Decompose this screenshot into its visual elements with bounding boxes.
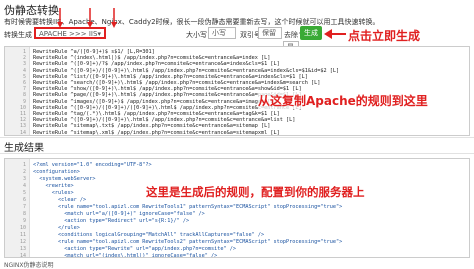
line-number: 5 bbox=[22, 73, 26, 80]
annotation-generated-rules: 这里是生成后的规则，配置到你的服务器上 bbox=[146, 184, 365, 200]
code-line: </rule> bbox=[33, 225, 80, 231]
line-number: 14 bbox=[19, 253, 26, 258]
code-line: RewriteRule ^sitemap\.xml$ /app/index.ph… bbox=[33, 129, 280, 136]
line-number: 6 bbox=[22, 80, 26, 86]
line-number: 5 bbox=[22, 190, 26, 196]
line-number-gutter: 1 2 3 4 5 6 7 8 9 10 11 12 13 14 bbox=[5, 47, 30, 135]
output-section-title: 生成结果 bbox=[4, 143, 44, 154]
generate-button[interactable]: 生成 bbox=[300, 26, 322, 40]
line-number: 2 bbox=[22, 169, 26, 175]
conversion-type-value: APACHE >>> IIS bbox=[39, 30, 98, 38]
arrows-icon bbox=[57, 8, 117, 28]
quote-select[interactable]: 保留 bbox=[258, 27, 282, 39]
line-number: 11 bbox=[19, 232, 26, 238]
case-label: 大小写 bbox=[186, 31, 207, 39]
code-line: <rule name="tool.apizl.com RewriteTools2… bbox=[33, 239, 343, 245]
code-line: RewriteRule ^tag/(.*)\.html$ /app/index.… bbox=[33, 111, 280, 117]
line-number: 10 bbox=[19, 225, 26, 231]
code-line: <conditions logicalGrouping="MatchAll" t… bbox=[33, 232, 265, 238]
code-line: RewriteRule ^search/([0-9]+)\.html$ /app… bbox=[33, 80, 321, 86]
code-line: RewriteRule ^list/([0-9]+)\.html$ /app/i… bbox=[33, 73, 308, 80]
code-line: RewriteRule ^([0-9]+)/?$ /app/index.php?… bbox=[33, 61, 280, 68]
code-line: RewriteRule ^([0-9]+)/([0-9]+)\.html$ /a… bbox=[33, 117, 296, 124]
code-line: <match url="(index\.html|)" ignoreCase="… bbox=[33, 253, 218, 258]
code-line: <rewrite> bbox=[33, 183, 74, 189]
line-number: 4 bbox=[22, 67, 26, 74]
line-number: 13 bbox=[19, 246, 26, 252]
code-line: RewriteRule ^([0-9]+)/([0-9]+)\.html$ /a… bbox=[33, 67, 340, 74]
line-number: 1 bbox=[22, 49, 26, 55]
line-number: 1 bbox=[22, 162, 26, 168]
code-line: RewriteRule ^sitemap\.txt$ /app/index.ph… bbox=[33, 123, 271, 130]
code-line: RewriteRule ^images/([0-9]+)$ /app/index… bbox=[33, 98, 277, 105]
line-number: 11 bbox=[19, 111, 26, 117]
line-number: 6 bbox=[22, 197, 26, 203]
line-number: 4 bbox=[22, 183, 26, 189]
line-number: 12 bbox=[19, 239, 26, 245]
annotation-click-generate: 点击立即生成 bbox=[348, 29, 421, 43]
code-line: <match url="a/([0-9]+)" ignoreCase="fals… bbox=[33, 211, 205, 217]
code-line: <action type="Redirect" url="s{R:1}/" /> bbox=[33, 218, 190, 224]
line-number: 13 bbox=[19, 123, 26, 130]
line-number: 3 bbox=[22, 176, 26, 182]
divider bbox=[0, 153, 474, 154]
code-line: <?xml version="1.0" encoding="UTF-8"?> bbox=[33, 162, 152, 168]
left-arrow-icon bbox=[324, 29, 346, 39]
line-number-gutter: 1 2 3 4 5 6 7 8 9 10 11 12 13 14 bbox=[5, 159, 30, 257]
line-number: 2 bbox=[22, 55, 26, 62]
line-number: 12 bbox=[19, 117, 26, 124]
code-line: <action type="Rewrite" url="app/index.ph… bbox=[33, 246, 237, 252]
line-number: 10 bbox=[19, 104, 26, 111]
code-line: <clear /> bbox=[33, 197, 87, 203]
case-select[interactable]: 小写 bbox=[208, 27, 236, 39]
code-line: <system.webServer> bbox=[33, 176, 96, 182]
divider bbox=[0, 137, 474, 138]
output-code-editor[interactable]: 1 2 3 4 5 6 7 8 9 10 11 12 13 14 <?xml version="1.0" … bbox=[4, 158, 470, 258]
line-number: 8 bbox=[22, 92, 26, 99]
code-line: <rules> bbox=[33, 190, 74, 196]
chevron-down-icon: ▾ bbox=[97, 30, 101, 38]
convert-label: 转换生成 bbox=[4, 31, 32, 39]
line-number: 7 bbox=[22, 86, 26, 93]
case-value: 小写 bbox=[212, 29, 226, 37]
code-line: <configuration> bbox=[33, 169, 80, 175]
code-line: RewriteRule ^a/([0-9]+)$ s$1/ [L,R=301] bbox=[33, 49, 155, 55]
line-number: 7 bbox=[22, 204, 26, 210]
line-number: 9 bbox=[22, 218, 26, 224]
input-code-editor[interactable]: 1 2 3 4 5 6 7 8 9 10 11 12 13 14 RewriteRule ^a/([0-9… bbox=[4, 46, 470, 136]
line-number: 14 bbox=[19, 129, 26, 136]
line-number: 9 bbox=[22, 98, 26, 105]
quote-value: 保留 bbox=[262, 29, 276, 37]
code-line: RewriteRule ^(index\.html|)$ /app/index.… bbox=[33, 55, 271, 62]
annotation-paste-apache: 从这复制Apache的规则到这里 bbox=[258, 92, 428, 109]
code-line: <rule name="tool.apizl.com RewriteTools1… bbox=[33, 204, 343, 210]
line-number: 8 bbox=[22, 211, 26, 217]
line-number: 3 bbox=[22, 61, 26, 68]
